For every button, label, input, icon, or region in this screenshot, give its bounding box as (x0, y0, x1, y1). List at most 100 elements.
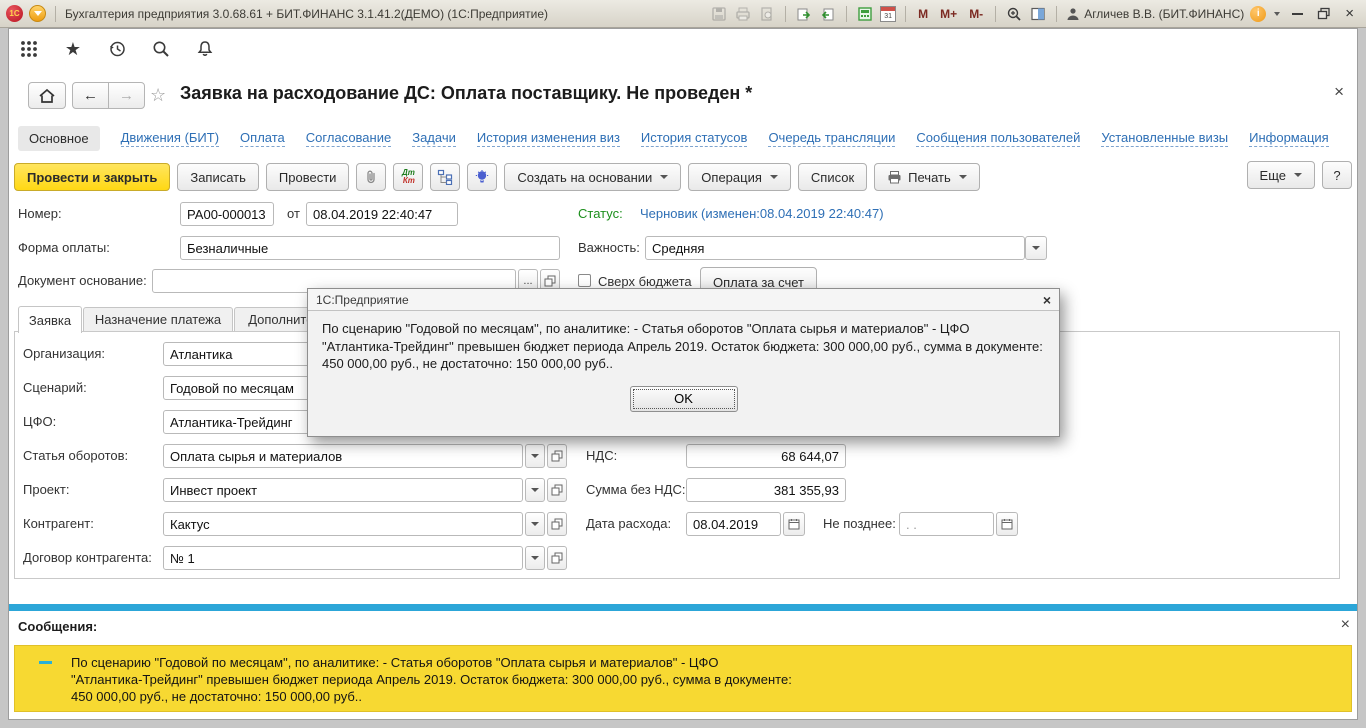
back-button[interactable]: ← (72, 82, 109, 109)
contract-input[interactable] (163, 546, 523, 570)
tab-oplata[interactable]: Оплата (240, 130, 285, 147)
number-label: Номер: (18, 202, 62, 226)
importance-input[interactable] (645, 236, 1025, 260)
dialog-titlebar: 1С:Предприятие × (308, 289, 1059, 311)
favorites-icon[interactable]: ★ (60, 36, 86, 62)
minimize-button[interactable] (1292, 13, 1303, 15)
structure-icon (437, 169, 453, 185)
importance-dropdown-button[interactable] (1025, 236, 1047, 260)
save-icon[interactable] (710, 5, 728, 23)
calendar-icon[interactable]: 31 (880, 6, 896, 22)
payment-form-input[interactable] (180, 236, 560, 260)
close-form-button[interactable]: × (1334, 82, 1344, 102)
write-button[interactable]: Записать (177, 163, 259, 191)
project-input[interactable] (163, 478, 523, 502)
calculator-icon[interactable] (856, 5, 874, 23)
tab-soglasovanie[interactable]: Согласование (306, 130, 391, 147)
close-window-button[interactable]: × (1339, 6, 1360, 21)
messages-header: Сообщения: (18, 619, 97, 634)
create-based-on-button[interactable]: Создать на основании (504, 163, 681, 191)
amount-wo-vat-label: Сумма без НДС: (586, 478, 685, 502)
add-link-icon[interactable] (795, 5, 813, 23)
notifications-icon[interactable] (192, 36, 218, 62)
tab-osnovnoe[interactable]: Основное (18, 126, 100, 151)
main-menu-icon[interactable] (29, 5, 46, 22)
tab-zadachi[interactable]: Задачи (412, 130, 456, 147)
list-button[interactable]: Список (798, 163, 867, 191)
project-dropdown-button[interactable] (525, 478, 545, 502)
home-button[interactable] (28, 82, 66, 109)
detail-tab-zayavka[interactable]: Заявка (18, 306, 82, 333)
post-button[interactable]: Провести (266, 163, 350, 191)
not-later-calendar-button[interactable] (996, 512, 1018, 536)
dialog-ok-button[interactable]: OK (630, 386, 738, 412)
amount-wo-vat-input[interactable] (686, 478, 846, 502)
turnover-item-input[interactable] (163, 444, 523, 468)
tab-informaciya[interactable]: Информация (1249, 130, 1329, 147)
message-item[interactable]: По сценарию "Годовой по месяцам", по ана… (14, 645, 1352, 712)
more-button[interactable]: Еще (1247, 161, 1315, 189)
expense-date-input[interactable] (686, 512, 781, 536)
help-button[interactable]: ? (1322, 161, 1352, 189)
expense-date-calendar-button[interactable] (783, 512, 805, 536)
operation-button[interactable]: Операция (688, 163, 791, 191)
attachments-button[interactable] (356, 163, 386, 191)
vat-input[interactable] (686, 444, 846, 468)
tab-istoriya-statusov[interactable]: История статусов (641, 130, 748, 147)
print-icon[interactable] (734, 5, 752, 23)
history-icon[interactable] (104, 36, 130, 62)
open-icon (551, 518, 563, 530)
dt-kt-button[interactable]: ДтКт (393, 163, 423, 191)
get-link-icon[interactable] (819, 5, 837, 23)
status-link[interactable]: Черновик (изменен:08.04.2019 22:40:47) (640, 202, 884, 226)
project-open-button[interactable] (547, 478, 567, 502)
m-minus-button[interactable]: M- (966, 7, 986, 21)
counterparty-input[interactable] (163, 512, 523, 536)
over-budget-checkbox[interactable] (578, 274, 591, 287)
not-later-label: Не позднее: (823, 512, 896, 536)
detail-tab-naznachenie[interactable]: Назначение платежа (83, 307, 233, 332)
apps-menu-icon[interactable] (16, 36, 42, 62)
print-button[interactable]: Печать (874, 163, 980, 191)
divider (905, 6, 906, 22)
tab-ochered-translyacii[interactable]: Очередь трансляции (768, 130, 895, 147)
restore-button[interactable] (1315, 5, 1333, 23)
panel-splitter[interactable] (8, 604, 1358, 611)
date-input[interactable] (306, 202, 458, 226)
counterparty-dropdown-button[interactable] (525, 512, 545, 536)
tab-ustanovlennye-vizy[interactable]: Установленные визы (1101, 130, 1228, 147)
tab-istoriya-izmeneniya-viz[interactable]: История изменения виз (477, 130, 620, 147)
navigation-row: ← → ☆ Заявка на расходование ДС: Оплата … (8, 74, 1358, 120)
hints-button[interactable] (467, 163, 497, 191)
search-icon[interactable] (148, 36, 174, 62)
document-structure-button[interactable] (430, 163, 460, 191)
zoom-icon[interactable] (1005, 5, 1023, 23)
tab-dvizheniya-bit[interactable]: Движения (БИТ) (121, 130, 219, 147)
info-dropdown-arrow-icon[interactable] (1274, 12, 1280, 16)
turnover-dropdown-button[interactable] (525, 444, 545, 468)
not-later-input[interactable] (899, 512, 994, 536)
dialog-close-button[interactable]: × (1043, 292, 1051, 308)
split-view-icon[interactable] (1029, 5, 1047, 23)
divider (846, 6, 847, 22)
importance-label: Важность: (578, 236, 640, 260)
tab-soobshcheniya-polzovatelej[interactable]: Сообщения пользователей (916, 130, 1080, 147)
post-and-close-button[interactable]: Провести и закрыть (14, 163, 170, 191)
print-preview-icon[interactable] (758, 5, 776, 23)
number-input[interactable] (180, 202, 274, 226)
favorite-star-icon[interactable]: ☆ (150, 85, 166, 106)
contract-open-button[interactable] (547, 546, 567, 570)
counterparty-open-button[interactable] (547, 512, 567, 536)
info-icon[interactable]: i (1250, 6, 1266, 22)
turnover-open-button[interactable] (547, 444, 567, 468)
forward-button[interactable]: → (108, 82, 145, 109)
turnover-item-label: Статья оборотов: (23, 444, 128, 468)
user-icon (1066, 7, 1080, 21)
counterparty-label: Контрагент: (23, 512, 94, 536)
current-user[interactable]: Агличев В.В. (БИТ.ФИНАНС) (1066, 7, 1244, 21)
close-messages-button[interactable]: × (1341, 616, 1350, 634)
contract-dropdown-button[interactable] (525, 546, 545, 570)
expense-date-label: Дата расхода: (586, 512, 671, 536)
m-button[interactable]: M (915, 7, 931, 21)
m-plus-button[interactable]: M+ (937, 7, 960, 21)
